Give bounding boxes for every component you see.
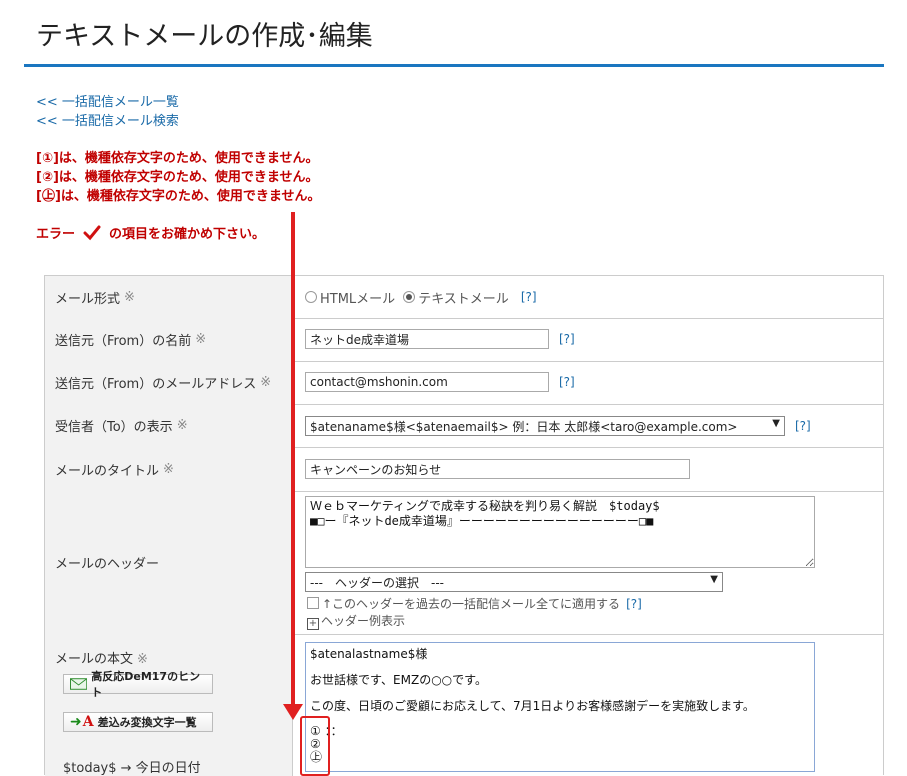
row-body: メールの本文 ※ 高反応DeM17のヒント ➜ A 差込み変換文字一覧 $toda…: [45, 634, 883, 776]
link-mail-search[interactable]: << 一括配信メール検索: [36, 112, 179, 131]
letter-a-icon: A: [82, 714, 94, 730]
annotation-arrow: [291, 212, 295, 712]
error-note-suffix: の項目をお確かめ下さい。: [109, 227, 266, 242]
from-email-label: 送信元（From）のメールアドレス: [55, 377, 257, 392]
envelope-icon: [70, 678, 88, 690]
error-message: [㊤]は、機種依存文字のため、使用できません。: [36, 189, 321, 204]
plus-icon: +: [307, 618, 319, 630]
row-from-email: 送信元（From）のメールアドレス※ [?]: [45, 361, 883, 405]
radio-html[interactable]: [305, 291, 317, 303]
help-link[interactable]: [?]: [795, 419, 811, 433]
format-label: メール形式: [55, 291, 121, 307]
page-title: テキストメールの作成･編集: [36, 21, 373, 52]
annotation-highlight: [300, 716, 330, 776]
mail-form: メール形式 ※ HTMLメール テキストメール [?] 送信元（From）の名前 ※…: [44, 275, 884, 776]
text-option-label: テキストメール: [418, 291, 509, 307]
error-messages: [①]は、機種依存文字のため、使用できません。 [②]は、機種依存文字のため、使…: [36, 149, 321, 206]
header-label: メールのヘッダー: [55, 557, 160, 572]
symbol-char: ②: [310, 737, 321, 751]
help-link[interactable]: [?]: [626, 597, 642, 611]
row-format: メール形式 ※ HTMLメール テキストメール [?]: [45, 276, 883, 319]
insert-arrow-icon: ➜: [70, 714, 82, 730]
from-name-input[interactable]: [305, 329, 549, 349]
subject-input[interactable]: [305, 459, 690, 479]
help-link[interactable]: [?]: [521, 290, 537, 304]
body-line: この度、日頃のご愛顧にお応えして、7月1日よりお客様感謝デーを実施致します。: [310, 699, 755, 713]
subject-label: メールのタイトル: [55, 463, 160, 479]
dropdown-arrow-icon: ▼: [772, 418, 780, 429]
apply-all-checkbox[interactable]: [307, 597, 319, 609]
error-message: [②]は、機種依存文字のため、使用できません。: [36, 170, 319, 185]
body-line: $atenalastname$様: [310, 647, 428, 661]
today-hint: $today$ → 今日の日付: [63, 761, 201, 776]
html-option-label: HTMLメール: [320, 291, 396, 307]
from-name-label: 送信元（From）の名前: [55, 334, 192, 349]
error-note: エラー の項目をお確かめ下さい。: [36, 223, 265, 242]
row-subject: メールのタイトル ※: [45, 447, 883, 492]
link-mail-list[interactable]: << 一括配信メール一覧: [36, 93, 179, 112]
title-divider: [24, 64, 884, 67]
checkmark-icon: [83, 225, 101, 240]
to-display-label: 受信者（To）の表示: [55, 420, 173, 435]
radio-text[interactable]: [403, 291, 416, 303]
from-email-input[interactable]: [305, 372, 549, 392]
dropdown-arrow-icon: ▼: [710, 574, 718, 585]
to-display-select[interactable]: $atenaname$様<$atenaemail$> 例：日本 太郎様<taro…: [305, 416, 785, 436]
apply-all-label: ↑このヘッダーを過去の一括配信メール全てに適用する: [322, 597, 621, 611]
header-template-select[interactable]: --- ヘッダーの選択 --- ▼: [305, 572, 723, 592]
body-line: お世話様です、EMZの○○です。: [310, 673, 487, 687]
help-link[interactable]: [?]: [559, 375, 575, 389]
row-to-display: 受信者（To）の表示 ※ $atenaname$様<$atenaemail$> 例…: [45, 404, 883, 448]
error-note-prefix: エラー: [36, 227, 76, 242]
row-from-name: 送信元（From）の名前※ [?]: [45, 318, 883, 362]
error-message: [①]は、機種依存文字のため、使用できません。: [36, 151, 319, 166]
nav-links: << 一括配信メール一覧 << 一括配信メール検索: [36, 93, 179, 131]
header-example-toggle[interactable]: + ヘッダー例表示: [307, 612, 405, 630]
hint-button[interactable]: 高反応DeM17のヒント: [63, 670, 213, 699]
help-link[interactable]: [?]: [559, 332, 575, 346]
row-header: メールのヘッダー --- ヘッダーの選択 --- ▼ ↑このヘッダーを過去の一括…: [45, 491, 883, 635]
header-textarea[interactable]: [305, 496, 815, 568]
convert-chars-button[interactable]: ➜ A 差込み変換文字一覧: [63, 712, 213, 732]
symbol-char: ㊤: [310, 750, 323, 764]
body-label: メールの本文: [55, 652, 134, 667]
body-editor[interactable]: $atenalastname$様 お世話様です、EMZの○○です。 この度、日頃…: [305, 642, 815, 772]
